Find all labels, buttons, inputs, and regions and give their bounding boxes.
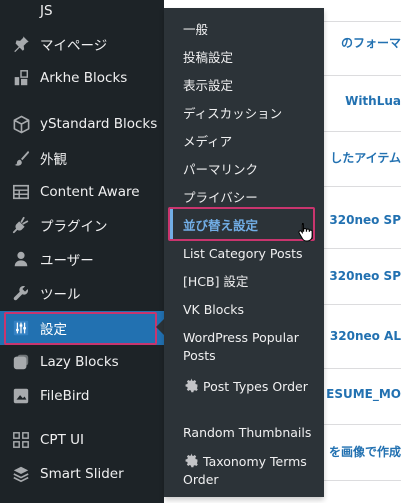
submenu-item-random-thumbnails[interactable]: Random Thumbnails <box>183 424 318 442</box>
menu-item-label: yStandard Blocks <box>40 116 158 132</box>
menu-item-mypage[interactable]: マイページ <box>0 27 164 61</box>
blank-icon <box>11 1 31 21</box>
menu-item-js[interactable]: JS <box>0 0 164 28</box>
submenu-item-label: Post Types Order <box>203 379 308 394</box>
menu-item-label: Content Aware <box>40 184 140 200</box>
wrench-icon <box>11 283 31 303</box>
submenu-item-media[interactable]: メディア <box>183 133 318 151</box>
submenu-item-label: メディア <box>183 134 233 149</box>
submenu-item-label: 投稿設定 <box>183 50 234 65</box>
post-title-text[interactable]: 320neo SP <box>329 212 401 228</box>
submenu-item-privacy[interactable]: プライバシー <box>183 189 318 207</box>
submenu-item-label: プライバシー <box>183 190 258 205</box>
submenu-item-reading[interactable]: 表示設定 <box>183 77 318 95</box>
submenu-item-discussion[interactable]: ディスカッション <box>183 105 318 123</box>
menu-item-ystandard-blocks[interactable]: yStandard Blocks <box>0 107 164 141</box>
grid-icon <box>11 430 31 450</box>
submenu-item-label: Random Thumbnails <box>183 425 312 440</box>
paintbrush-icon <box>11 148 31 168</box>
post-title-text[interactable]: 320neo SP <box>329 268 401 284</box>
user-icon <box>11 249 31 269</box>
post-title-text[interactable]: を画像で作成 <box>329 444 401 460</box>
cube-icon <box>11 114 31 134</box>
menu-item-cpt-ui[interactable]: CPT UI <box>0 423 164 457</box>
submenu-item-label: 一般 <box>183 22 209 37</box>
block-icon <box>11 352 31 372</box>
post-title-text[interactable]: 320neo AL <box>330 328 401 344</box>
gear-icon <box>183 377 200 394</box>
menu-item-label: Lazy Blocks <box>40 354 119 370</box>
arkhe-icon <box>11 68 31 88</box>
menu-item-appearance[interactable]: 外観 <box>0 141 164 175</box>
menu-item-filebird[interactable]: FileBird <box>0 379 164 413</box>
post-title-text[interactable]: WithLua <box>345 93 401 109</box>
menu-item-label: 外観 <box>40 152 67 168</box>
settings-submenu: 一般 投稿設定 表示設定 ディスカッション メディア パーマリンク プライバシー… <box>164 8 324 497</box>
gear-icon <box>183 452 200 469</box>
menu-item-users[interactable]: ユーザー <box>0 242 164 276</box>
menu-item-content-aware[interactable]: Content Aware <box>0 175 164 209</box>
submenu-item-label: Taxonomy Terms Order <box>183 454 307 487</box>
menu-item-label: プラグイン <box>40 219 108 235</box>
submenu-item-label: 表示設定 <box>183 78 234 93</box>
highlight-outline <box>168 207 315 241</box>
table-icon <box>11 182 31 202</box>
submenu-item-wordpress-popular-posts[interactable]: WordPress Popular Posts <box>183 329 318 365</box>
submenu-item-label: ディスカッション <box>183 106 283 121</box>
menu-item-label: JS <box>40 3 53 19</box>
menu-item-arkhe-blocks[interactable]: Arkhe Blocks <box>0 61 164 95</box>
submenu-item-label: List Category Posts <box>183 246 303 261</box>
pin-icon <box>11 34 31 54</box>
menu-item-tools[interactable]: ツール <box>0 276 164 310</box>
submenu-item-general[interactable]: 一般 <box>183 21 318 39</box>
settings-sliders-icon <box>11 318 31 338</box>
menu-item-plugins[interactable]: プラグイン <box>0 208 164 242</box>
submenu-item-permalinks[interactable]: パーマリンク <box>183 161 318 179</box>
submenu-item-hcb-settings[interactable]: [HCB] 設定 <box>183 273 318 291</box>
submenu-item-post-types-order[interactable]: Post Types Order <box>183 377 318 396</box>
menu-item-smart-slider[interactable]: Smart Slider <box>0 457 164 491</box>
submenu-item-taxonomy-terms-order[interactable]: Taxonomy Terms Order <box>183 452 318 489</box>
menu-item-label: FileBird <box>40 388 90 404</box>
submenu-item-label: VK Blocks <box>183 302 245 317</box>
menu-item-label: マイページ <box>40 38 108 54</box>
admin-sidebar: JS マイページ Arkhe Blocks yStandard Blocks 外… <box>0 0 164 503</box>
submenu-item-list-category-posts[interactable]: List Category Posts <box>183 245 318 263</box>
active-menu-arrow <box>156 319 164 335</box>
plugin-icon <box>11 215 31 235</box>
submenu-item-writing[interactable]: 投稿設定 <box>183 49 318 67</box>
menu-item-label: ツール <box>40 287 81 303</box>
hand-cursor-icon <box>298 223 313 242</box>
menu-item-settings[interactable]: 設定 <box>0 311 164 345</box>
menu-item-label: Arkhe Blocks <box>40 70 128 86</box>
menu-item-label: 設定 <box>40 322 67 338</box>
submenu-item-label: [HCB] 設定 <box>183 274 249 289</box>
slider-icon <box>11 464 31 484</box>
post-title-text[interactable]: ESUME_MO <box>326 386 401 402</box>
menu-item-lazy-blocks[interactable]: Lazy Blocks <box>0 345 164 379</box>
folder-icon <box>11 386 31 406</box>
menu-item-label: Smart Slider <box>40 466 124 482</box>
submenu-item-label: WordPress Popular Posts <box>183 330 299 363</box>
post-title-text[interactable]: したアイテム <box>330 150 401 166</box>
post-title-text[interactable]: のフォーマ <box>341 35 401 51</box>
menu-item-label: ユーザー <box>40 253 94 269</box>
submenu-item-vk-blocks[interactable]: VK Blocks <box>183 301 318 319</box>
submenu-item-label: パーマリンク <box>183 162 259 177</box>
menu-item-label: CPT UI <box>40 432 84 448</box>
